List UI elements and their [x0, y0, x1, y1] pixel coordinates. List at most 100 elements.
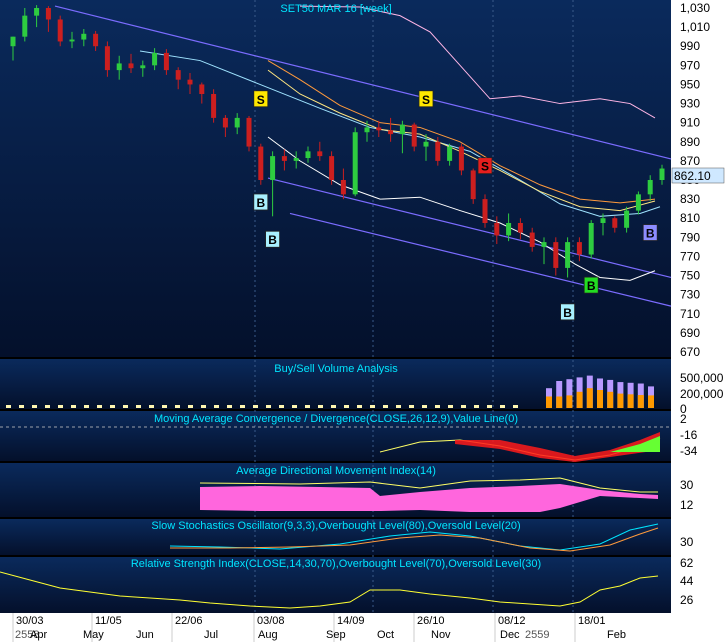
- candle-body: [57, 19, 63, 42]
- candle-body: [104, 46, 110, 71]
- candle-body: [659, 168, 665, 180]
- volume-bar-small: [175, 405, 180, 408]
- candle-body: [305, 151, 311, 159]
- volume-bar-small: [448, 405, 453, 408]
- volume-bar-small: [253, 405, 258, 408]
- candle-body: [34, 8, 40, 16]
- candle-body: [293, 158, 299, 161]
- volume-bar-small: [500, 405, 505, 408]
- volume-buy-bar: [637, 395, 644, 408]
- candle-body: [541, 242, 547, 247]
- candle-body: [388, 130, 394, 135]
- signal-marker-sell: S: [418, 90, 434, 108]
- volume-bar-small: [513, 405, 518, 408]
- price-chart-title: SET50 MAR 16 [week]: [280, 3, 391, 15]
- candle-body: [588, 223, 594, 255]
- signal-label: B: [268, 233, 277, 247]
- volume-bar-small: [331, 405, 336, 408]
- candle-body: [81, 33, 87, 40]
- volume-chart-title: Buy/Sell Volume Analysis: [274, 363, 398, 375]
- price-tick-label: 870: [680, 154, 700, 168]
- candle-body: [340, 180, 346, 195]
- volume-bar-small: [292, 405, 297, 408]
- signal-marker-sell: S: [253, 90, 269, 108]
- candle-body: [506, 223, 512, 236]
- candle-body: [187, 79, 193, 85]
- date-tick-label: 08/12: [498, 615, 526, 627]
- candle-body: [163, 52, 169, 71]
- candle-body: [411, 124, 417, 147]
- candle-body: [624, 210, 630, 228]
- price-tick-label: 670: [680, 345, 700, 359]
- signal-label: S: [422, 93, 430, 107]
- volume-buy-bar: [627, 394, 634, 408]
- candle-body: [22, 15, 28, 37]
- candle-body: [482, 199, 488, 223]
- price-tick-label: 990: [680, 39, 700, 53]
- month-tick-label: Oct: [377, 629, 394, 641]
- candle-body: [447, 146, 453, 161]
- volume-buy-bar: [607, 391, 614, 408]
- volume-bar-small: [123, 405, 128, 408]
- volume-bar-small: [396, 405, 401, 408]
- signal-marker-buy_blue: B: [642, 224, 658, 241]
- indicator-tick-label: -16: [680, 428, 698, 442]
- volume-bar-small: [110, 405, 115, 408]
- chart-canvas: S B B S S B B B SET50 MAR 16 [week] Buy/Sell Vo…: [0, 0, 726, 642]
- indicator-tick-label: 2: [680, 412, 687, 426]
- signal-marker-buy: B: [560, 303, 575, 321]
- candle-body: [116, 63, 122, 71]
- indicator-tick-label: 62: [680, 556, 694, 570]
- stochastic-chart-title: Slow Stochastics Oscillator(9,3,3),Overb…: [151, 520, 520, 532]
- chart-window: S B B S S B B B SET50 MAR 16 [week] Buy/Sell Vo…: [0, 0, 726, 642]
- date-tick-label: 30/03: [16, 615, 44, 627]
- volume-bar-small: [240, 405, 245, 408]
- month-tick-label: May: [83, 629, 104, 641]
- volume-bar-small: [461, 405, 466, 408]
- volume-bar-small: [279, 405, 284, 408]
- indicator-tick-label: 44: [680, 574, 694, 588]
- volume-bar-small: [162, 405, 167, 408]
- price-tick-label: 750: [680, 269, 700, 283]
- price-tick-label: 1,030: [680, 1, 710, 15]
- candle-body: [329, 156, 335, 180]
- month-tick-label: Jul: [204, 629, 218, 641]
- price-panel: [0, 0, 671, 357]
- candle-body: [647, 180, 653, 195]
- volume-bar-small: [214, 405, 219, 408]
- candle-body: [458, 146, 464, 171]
- volume-buy-bar: [546, 396, 552, 408]
- volume-bar-small: [370, 405, 375, 408]
- signal-marker-buy_green: B: [583, 276, 599, 294]
- signal-marker-sell_red: S: [477, 157, 493, 175]
- signal-label: B: [563, 306, 572, 320]
- indicator-tick-label: 500,000: [680, 371, 724, 385]
- volume-bar-small: [97, 405, 102, 408]
- date-tick-label: 11/05: [95, 615, 122, 627]
- indicator-tick-label: 200,000: [680, 387, 724, 401]
- candle-body: [246, 117, 252, 147]
- candle-body: [576, 242, 582, 255]
- signal-label: B: [646, 227, 655, 241]
- indicator-tick-label: -34: [680, 444, 698, 458]
- candle-body: [140, 65, 146, 69]
- indicator-tick-label: 12: [680, 498, 694, 512]
- candle-body: [600, 218, 606, 223]
- month-tick-label: 2559: [525, 629, 549, 641]
- last-price-label: 862.10: [674, 169, 711, 183]
- volume-bar-small: [58, 405, 63, 408]
- candle-body: [45, 8, 51, 20]
- volume-bar-small: [188, 405, 193, 408]
- volume-bar-small: [435, 405, 440, 408]
- volume-buy-bar: [586, 388, 593, 408]
- price-tick-label: 690: [680, 326, 700, 340]
- price-tick-label: 770: [680, 249, 700, 263]
- month-tick-label: Aug: [258, 629, 278, 641]
- signal-marker-buy: B: [253, 193, 269, 211]
- volume-bar-small: [474, 405, 479, 408]
- month-tick-label: Sep: [326, 629, 346, 641]
- price-tick-label: 910: [680, 116, 700, 130]
- candle-body: [270, 156, 276, 180]
- month-tick-label: Jun: [136, 629, 154, 641]
- candle-body: [10, 36, 16, 47]
